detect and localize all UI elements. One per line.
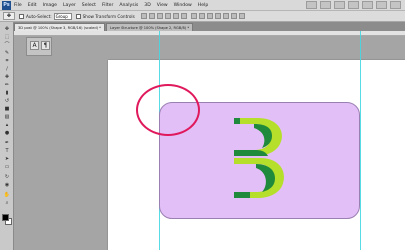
- color-swatches[interactable]: [2, 214, 12, 226]
- brush-icon[interactable]: ✏: [3, 82, 11, 89]
- healing-icon[interactable]: ✚: [3, 74, 11, 81]
- quick-select-icon[interactable]: ✎: [3, 50, 11, 57]
- menu-edit[interactable]: Edit: [28, 3, 37, 8]
- type-icon[interactable]: T: [3, 148, 11, 155]
- marquee-icon[interactable]: ⬚: [3, 34, 11, 41]
- menu-select[interactable]: Select: [82, 3, 96, 8]
- path-select-icon[interactable]: ➤: [3, 156, 11, 163]
- zoom-icon[interactable]: ⌕: [3, 200, 11, 207]
- 3d-camera-icon[interactable]: ◉: [3, 182, 11, 189]
- shape-icon[interactable]: ▭: [3, 164, 11, 171]
- ruler: [14, 31, 405, 36]
- letter-e-artwork[interactable]: [226, 114, 288, 200]
- distribute-buttons: [190, 13, 245, 19]
- menu-view[interactable]: View: [157, 3, 168, 8]
- history-brush-icon[interactable]: ↺: [3, 98, 11, 105]
- align-right-icon[interactable]: [180, 13, 187, 19]
- menu-analysis[interactable]: Analysis: [119, 3, 138, 8]
- align-bottom-icon[interactable]: [156, 13, 163, 19]
- auto-select-dropdown[interactable]: Group: [53, 12, 72, 20]
- zoom-level-icon[interactable]: [334, 1, 345, 9]
- hand-tool-icon[interactable]: [348, 1, 359, 9]
- photoshop-window: Ps File Edit Image Layer Select Filter A…: [0, 0, 405, 250]
- menu-help[interactable]: Help: [198, 3, 208, 8]
- crop-icon[interactable]: ⌗: [3, 58, 11, 65]
- show-transform-label: Show Transform Controls: [82, 13, 135, 19]
- blur-icon[interactable]: ▴: [3, 122, 11, 129]
- show-transform-checkbox[interactable]: [75, 13, 81, 19]
- foreground-color-swatch[interactable]: [2, 214, 9, 221]
- launch-bridge-icon[interactable]: [306, 1, 317, 9]
- arrange-documents-icon[interactable]: [376, 1, 387, 9]
- distribute-center-icon[interactable]: [222, 13, 229, 19]
- rotate-view-icon[interactable]: [362, 1, 373, 9]
- move-icon[interactable]: ✥: [3, 26, 11, 33]
- auto-select-label: Auto-Select:: [26, 13, 52, 19]
- paragraph-panel-icon[interactable]: ¶: [41, 41, 50, 50]
- 3d-rotate-icon[interactable]: ↻: [3, 174, 11, 181]
- screen-mode-icon[interactable]: [390, 1, 401, 9]
- menu-image[interactable]: Image: [43, 3, 57, 8]
- menu-layer[interactable]: Layer: [63, 3, 76, 8]
- app-bar-controls: [306, 1, 401, 9]
- distribute-right-icon[interactable]: [230, 13, 237, 19]
- stamp-icon[interactable]: ▮: [3, 90, 11, 97]
- options-bar: ✥ Auto-Select: Group Show Transform Cont…: [0, 11, 405, 22]
- hand-icon[interactable]: ✋: [3, 192, 11, 199]
- tab-layer-structure[interactable]: Layer Structure @ 100% (Shape 2, RGB/8) …: [105, 23, 194, 31]
- highlight-circle-annotation: [136, 84, 200, 136]
- view-extras-icon[interactable]: [320, 1, 331, 9]
- menu-window[interactable]: Window: [174, 3, 192, 8]
- panel-dock: A ¶: [26, 37, 52, 56]
- align-left-icon[interactable]: [164, 13, 171, 19]
- dodge-icon[interactable]: ●: [3, 130, 11, 137]
- auto-align-icon[interactable]: [238, 13, 245, 19]
- align-center-icon[interactable]: [172, 13, 179, 19]
- lasso-icon[interactable]: ⌒: [3, 42, 11, 49]
- photoshop-logo: Ps: [2, 0, 11, 10]
- distribute-bottom-icon[interactable]: [206, 13, 213, 19]
- character-panel-icon[interactable]: A: [30, 41, 39, 50]
- letter-bottom-dark: [234, 192, 250, 198]
- distribute-left-icon[interactable]: [214, 13, 221, 19]
- tools-panel: ✥ ⬚ ⌒ ✎ ⌗ ∕ ✚ ✏ ▮ ↺ ■ ▧ ▴ ● ✒ T ➤ ▭ ↻ ◉ …: [0, 22, 14, 250]
- menu-bar: Ps File Edit Image Layer Select Filter A…: [0, 0, 405, 11]
- eraser-icon[interactable]: ■: [3, 106, 11, 113]
- menu-filter[interactable]: Filter: [102, 3, 113, 8]
- align-buttons: [140, 13, 187, 19]
- align-middle-icon[interactable]: [148, 13, 155, 19]
- distribute-middle-icon[interactable]: [198, 13, 205, 19]
- tool-preset-picker[interactable]: ✥: [3, 12, 15, 20]
- tab-3d-post[interactable]: 3D post @ 100% (Shape 3, RGB/16) (scaled…: [14, 23, 105, 31]
- distribute-top-icon[interactable]: [190, 13, 197, 19]
- document-tabs: 3D post @ 100% (Shape 3, RGB/16) (scaled…: [14, 22, 405, 31]
- align-top-icon[interactable]: [140, 13, 147, 19]
- guide-line: [360, 31, 361, 250]
- pen-icon[interactable]: ✒: [3, 140, 11, 147]
- gradient-icon[interactable]: ▧: [3, 114, 11, 121]
- eyedropper-icon[interactable]: ∕: [3, 66, 11, 73]
- menu-3d[interactable]: 3D: [144, 3, 150, 8]
- auto-select-checkbox[interactable]: [19, 13, 24, 19]
- menu-file[interactable]: File: [14, 3, 22, 8]
